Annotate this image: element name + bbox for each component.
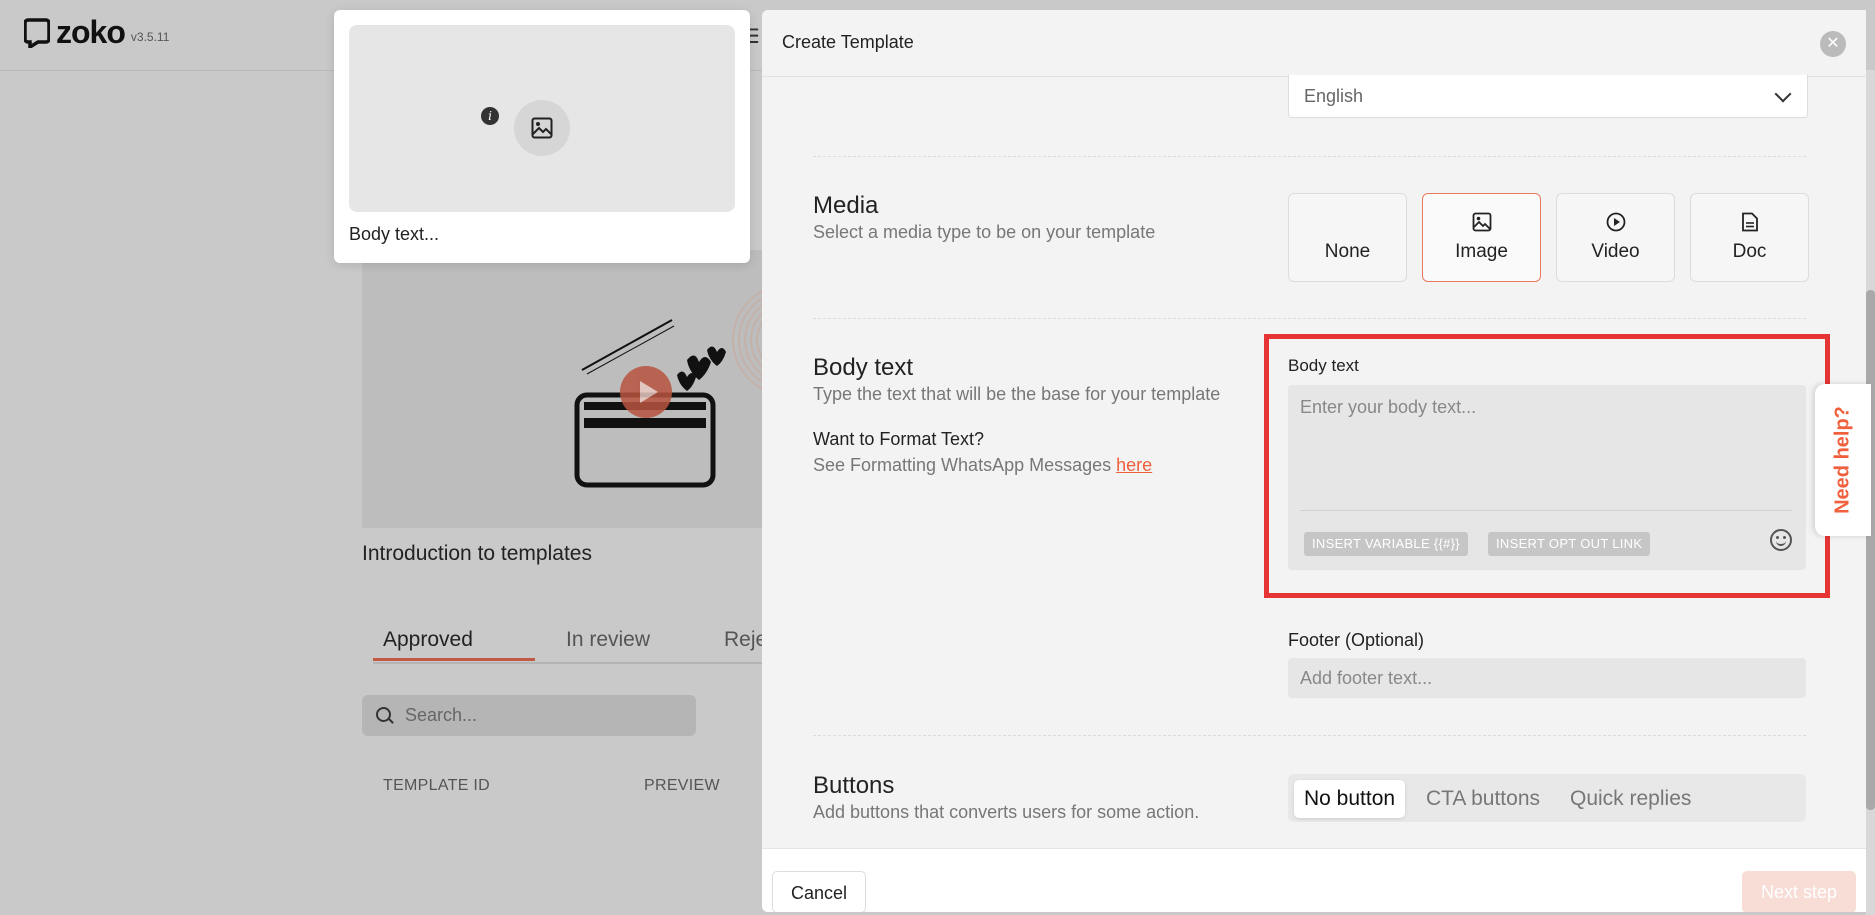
modal-footer: Cancel Next step [762, 848, 1866, 912]
footer-placeholder: Add footer text... [1300, 668, 1433, 688]
search-icon [376, 707, 391, 722]
media-option-image[interactable]: Image [1422, 193, 1541, 282]
language-select[interactable]: English [1288, 75, 1808, 118]
chevron-down-icon [1774, 85, 1792, 103]
radio-illustration [574, 319, 726, 488]
format-text-help: See Formatting WhatsApp Messages here [813, 455, 1152, 476]
app-name: zoko [56, 14, 126, 50]
app-version: v3.5.11 [130, 29, 170, 44]
intro-video-thumbnail[interactable] [362, 250, 772, 528]
need-help-label: Need help? [1831, 406, 1854, 514]
insert-opt-out-link-button[interactable]: INSERT OPT OUT LINK [1488, 532, 1651, 556]
media-option-doc[interactable]: Doc [1690, 193, 1809, 282]
button-type-cta[interactable]: CTA buttons [1416, 780, 1550, 818]
body-field-label: Body text [1288, 356, 1359, 375]
media-option-label: Video [1591, 241, 1640, 262]
formatting-help-link[interactable]: here [1116, 455, 1152, 475]
info-icon[interactable]: i [481, 107, 499, 125]
buttons-section-title: Buttons [813, 772, 895, 799]
zoko-logo-icon [24, 17, 50, 48]
preview-body-text: Body text... [349, 224, 440, 244]
preview-image-button[interactable] [514, 100, 570, 156]
section-divider [813, 156, 1806, 157]
section-divider [813, 735, 1806, 736]
template-status-tabs: Approved In review Reje [373, 622, 773, 664]
preview-media-placeholder: i [349, 25, 735, 212]
active-tab-underline [373, 658, 535, 661]
next-step-button[interactable]: Next step [1742, 871, 1856, 912]
format-text-heading: Want to Format Text? [813, 429, 985, 449]
app-logo[interactable]: zoko v3.5.11 [24, 14, 169, 51]
button-type-no-button[interactable]: No button [1294, 780, 1406, 818]
need-help-tab[interactable]: Need help? [1815, 384, 1871, 536]
video-title: Introduction to templates [362, 542, 592, 565]
media-option-label: None [1324, 241, 1371, 262]
play-circle-icon [1606, 212, 1625, 232]
footer-text-input[interactable]: Add footer text... [1288, 658, 1806, 698]
close-button[interactable]: ✕ [1820, 31, 1846, 57]
body-text-input[interactable]: Enter your body text... INSERT VARIABLE … [1288, 385, 1806, 570]
buttons-section-subtitle: Add buttons that converts users for some… [813, 802, 1200, 822]
image-icon [531, 117, 553, 139]
close-icon: ✕ [1826, 35, 1840, 52]
template-preview-card: i Body text... [334, 10, 750, 263]
column-header-preview: PREVIEW [644, 777, 720, 794]
body-text-placeholder: Enter your body text... [1300, 397, 1477, 417]
cancel-button[interactable]: Cancel [772, 871, 866, 912]
format-text-description: See Formatting WhatsApp Messages [813, 455, 1112, 475]
body-toolbar-divider [1300, 510, 1792, 511]
create-template-modal: Create Template ✕ English Media Select a… [762, 10, 1866, 912]
body-section-subtitle: Type the text that will be the base for … [813, 384, 1221, 404]
media-section-subtitle: Select a media type to be on your templa… [813, 222, 1156, 242]
media-option-none[interactable]: None [1288, 193, 1407, 282]
search-placeholder: Search... [405, 705, 478, 725]
image-icon [1472, 212, 1491, 232]
play-icon[interactable] [620, 366, 672, 418]
section-divider [813, 318, 1806, 319]
media-section-title: Media [813, 192, 879, 219]
body-section-title: Body text [813, 354, 914, 381]
media-option-label: Doc [1732, 241, 1767, 262]
document-icon [1741, 212, 1758, 232]
insert-variable-button[interactable]: INSERT VARIABLE {{#}} [1304, 532, 1468, 556]
button-type-quick-replies[interactable]: Quick replies [1560, 780, 1701, 818]
tab-approved[interactable]: Approved [383, 628, 473, 652]
modal-header: Create Template ✕ [762, 10, 1866, 77]
modal-title: Create Template [782, 32, 914, 52]
tab-rejected[interactable]: Reje [724, 628, 767, 652]
template-search-input[interactable]: Search... [362, 695, 696, 736]
button-type-selector: No button CTA buttons Quick replies [1288, 774, 1806, 822]
media-option-label: Image [1455, 241, 1508, 262]
emoji-icon[interactable] [1770, 529, 1792, 551]
column-header-template-id: TEMPLATE ID [383, 777, 491, 794]
media-option-video[interactable]: Video [1556, 193, 1675, 282]
footer-field-label: Footer (Optional) [1288, 630, 1425, 650]
scrollbar-thumb[interactable] [1866, 290, 1875, 810]
language-value: English [1304, 86, 1364, 106]
tab-in-review[interactable]: In review [566, 628, 650, 652]
